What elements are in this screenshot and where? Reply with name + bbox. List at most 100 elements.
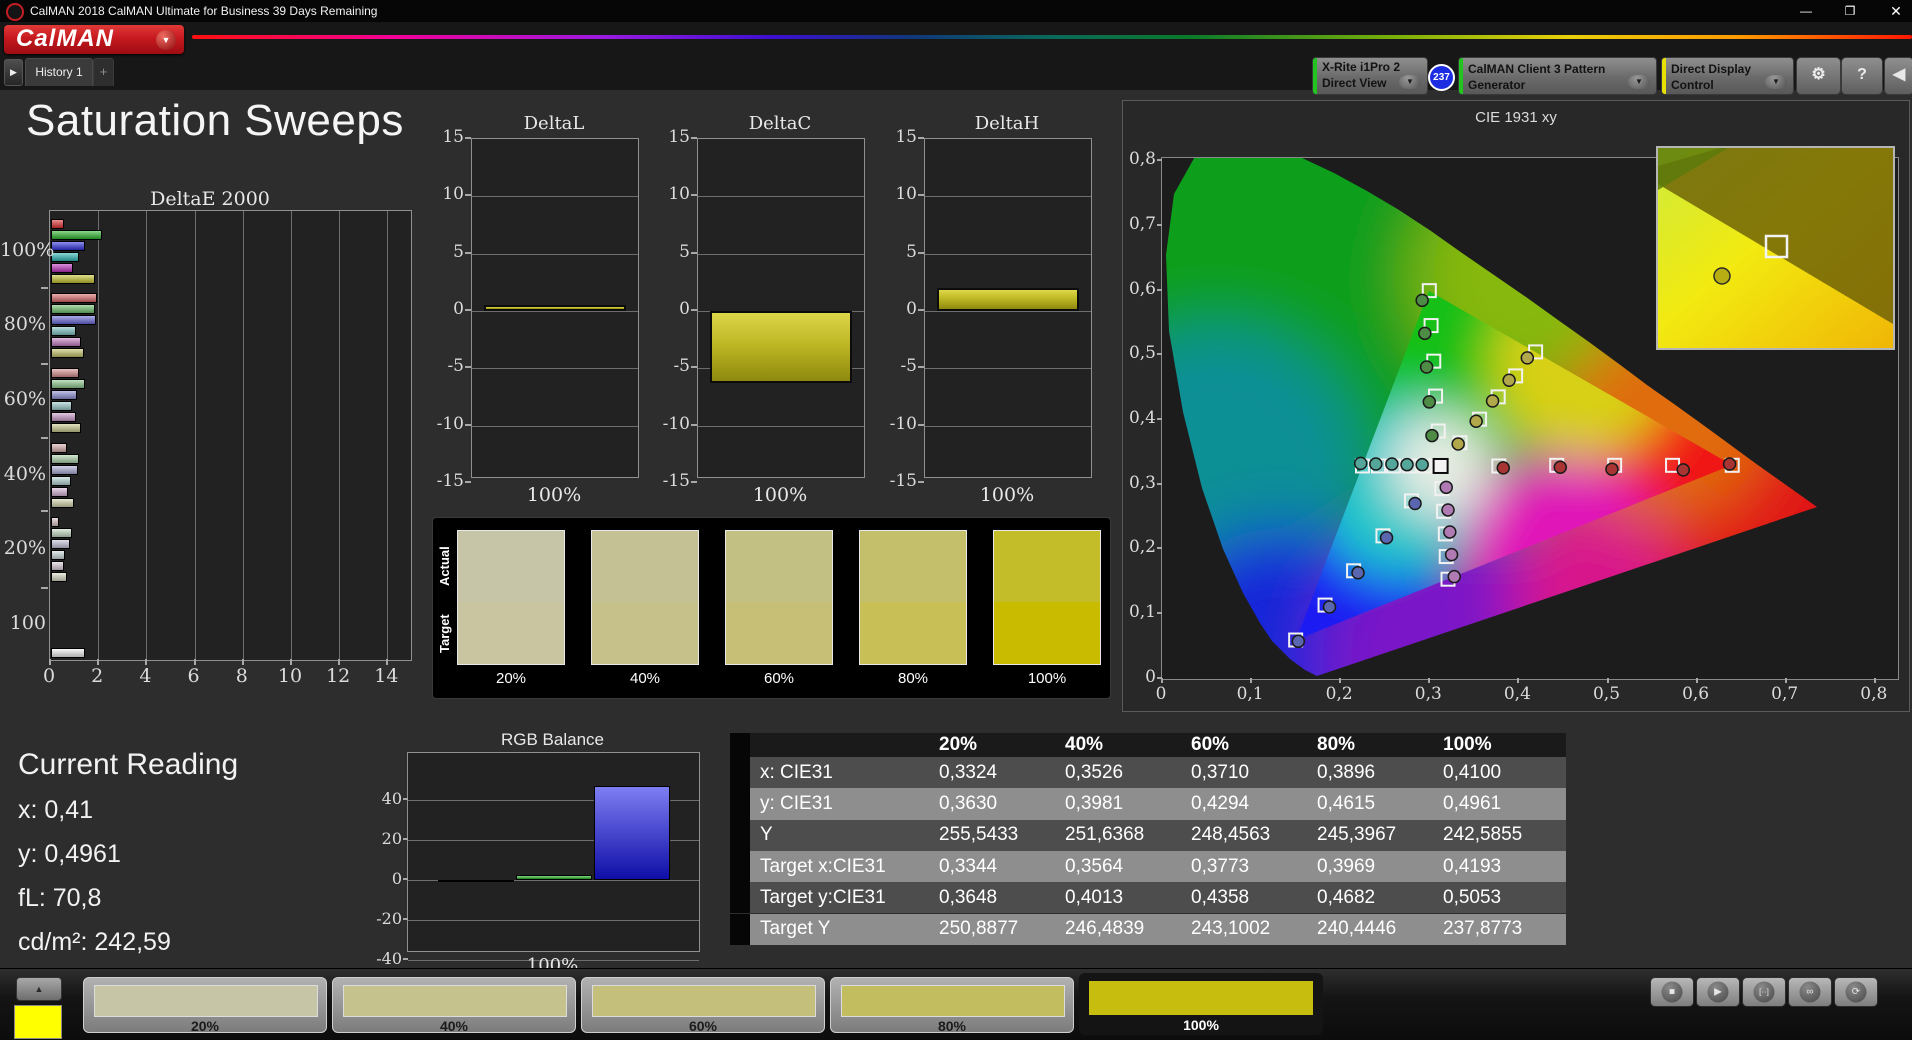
- deltae-group-label: 80%: [3, 313, 46, 335]
- play-icon[interactable]: ▶: [1696, 977, 1740, 1007]
- deltac-y-tick: -5: [673, 356, 690, 377]
- deltae-bar-80%-4: [51, 337, 81, 347]
- collapse-panel-icon[interactable]: ◀: [1884, 57, 1912, 95]
- gear-icon[interactable]: ⚙: [1796, 57, 1841, 95]
- table-cell: 0,4358: [1191, 886, 1250, 908]
- measure-icon[interactable]: [··]: [1742, 977, 1786, 1007]
- table-row-accent: [730, 788, 750, 820]
- axis-tick: [1157, 353, 1162, 356]
- rgb-y-tick: -40: [376, 949, 402, 968]
- add-tab-button[interactable]: +: [93, 58, 114, 86]
- cie-x-tick: 0,4: [1503, 684, 1531, 704]
- axis-tick: [918, 308, 924, 311]
- axis-tick: [465, 308, 471, 311]
- axis-tick: [1517, 678, 1520, 683]
- deltal-y-tick: -5: [447, 356, 464, 377]
- deltae-bar-60%-4: [51, 412, 77, 422]
- axis-tick: [465, 137, 471, 139]
- gridline: [339, 211, 341, 660]
- axis-tick: [1157, 547, 1162, 550]
- deltae-bar-100%-0: [51, 219, 64, 229]
- table-row-label: y: CIE31: [760, 792, 833, 814]
- axis-tick: [691, 366, 697, 369]
- deltal-chart-title: DeltaL: [523, 113, 585, 134]
- swatch-label: 20%: [495, 670, 527, 687]
- gridline: [146, 211, 148, 660]
- axis-tick: [403, 918, 408, 920]
- deltac-x-label: 100%: [752, 484, 808, 506]
- cie-y-tick: 0,6: [1128, 278, 1156, 299]
- deltae-bar-40%-5: [51, 498, 74, 508]
- pattern-preview-window[interactable]: [14, 1005, 62, 1039]
- gridline: [925, 425, 1091, 427]
- cie-x-tick: 0,8: [1860, 684, 1888, 704]
- axis-tick: [386, 659, 389, 665]
- cie-inset-diagram: [1658, 148, 1893, 348]
- saturation-swatch: [592, 985, 816, 1017]
- deltae-x-tick: 10: [277, 665, 303, 687]
- refresh-icon[interactable]: ⟳: [1834, 977, 1878, 1007]
- tab-history-1[interactable]: History 1: [25, 58, 93, 86]
- swatch-target-40%: [591, 602, 699, 665]
- axis-tick: [918, 194, 924, 197]
- saturation-button-60%[interactable]: 60%: [581, 977, 825, 1034]
- swatch-target-100%: [993, 602, 1101, 665]
- footer-bar: ▲ ▲ « Back Next » 20%40%60%80%100%■▶[··]…: [0, 968, 1912, 1040]
- deltae-x-tick: 6: [187, 665, 200, 687]
- table-cell: 255,5433: [939, 824, 1019, 846]
- cie-x-tick: 0: [1155, 684, 1167, 704]
- table-cell: 246,4839: [1065, 918, 1145, 940]
- gridline: [472, 196, 638, 198]
- cie-x-tick: 0,6: [1682, 684, 1710, 704]
- saturation-button-80%[interactable]: 80%: [830, 977, 1074, 1034]
- cie-x-tick: 0,3: [1414, 684, 1442, 704]
- table-cell: 0,4193: [1443, 855, 1502, 877]
- deltae-group-label: 60%: [3, 388, 46, 410]
- help-button[interactable]: ?: [1841, 57, 1883, 95]
- axis-tick: [1157, 612, 1162, 615]
- axis-tick: [1695, 678, 1698, 683]
- axis-tick: [97, 659, 100, 665]
- axis-tick: [918, 423, 924, 426]
- cie-x-tick: 0,2: [1325, 684, 1353, 704]
- meter-count-badge[interactable]: 237: [1428, 64, 1455, 91]
- deltah-y-tick: -5: [900, 356, 917, 377]
- gridline: [291, 211, 292, 660]
- pattern-generator-dropdown[interactable]: CalMAN Client 3 Pattern Generator ▼: [1458, 57, 1657, 95]
- deltac-y-tick: 15: [668, 127, 690, 147]
- minimize-icon[interactable]: —: [1790, 0, 1822, 22]
- calman-logo-button[interactable]: CalMAN ▼: [4, 25, 184, 54]
- loop-icon[interactable]: ∞: [1788, 977, 1832, 1007]
- saturation-button-20%[interactable]: 20%: [83, 977, 327, 1034]
- maximize-icon[interactable]: ❐: [1834, 0, 1866, 22]
- deltae-x-tick: 2: [91, 665, 104, 687]
- cie-y-tick: 0,3: [1128, 472, 1156, 493]
- saturation-button-40%[interactable]: 40%: [332, 977, 576, 1034]
- chevron-down-icon: ▼: [1399, 75, 1421, 89]
- deltal-y-tick: 10: [442, 184, 464, 205]
- axis-tick: [1606, 678, 1609, 683]
- tab-expand-button[interactable]: ▶: [4, 59, 23, 86]
- cie-x-tick: 0,7: [1771, 684, 1799, 704]
- gridline: [242, 211, 244, 660]
- actual-row-label: Actual: [437, 546, 452, 586]
- gridline: [698, 425, 864, 427]
- deltah-plot-area: [924, 138, 1092, 478]
- swatch-actual-60%: [725, 530, 833, 602]
- deltah-bar: [937, 288, 1079, 311]
- table-header-60%: 60%: [1191, 734, 1230, 755]
- close-icon[interactable]: ✕: [1880, 0, 1912, 22]
- saturation-button-100%[interactable]: 100%: [1079, 973, 1323, 1035]
- cie-y-tick: 0,1: [1128, 602, 1156, 623]
- display-control-dropdown[interactable]: Direct Display Control ▼: [1661, 57, 1794, 95]
- pattern-up-icon[interactable]: ▲: [16, 977, 62, 1001]
- stop-icon[interactable]: ■: [1650, 977, 1694, 1007]
- current-reading-panel: Current Reading x: 0,41 y: 0,4961 fL: 70…: [14, 740, 414, 965]
- saturation-swatch: [94, 985, 318, 1017]
- meter-dropdown[interactable]: X-Rite i1Pro 2 Direct View ▼: [1312, 57, 1428, 95]
- deltal-y-tick: 5: [453, 241, 464, 262]
- table-cell: 0,3324: [939, 761, 998, 783]
- deltal-x-label: 100%: [526, 484, 582, 506]
- table-cell: 0,3710: [1191, 761, 1250, 783]
- cie-y-tick: 0,7: [1128, 213, 1156, 234]
